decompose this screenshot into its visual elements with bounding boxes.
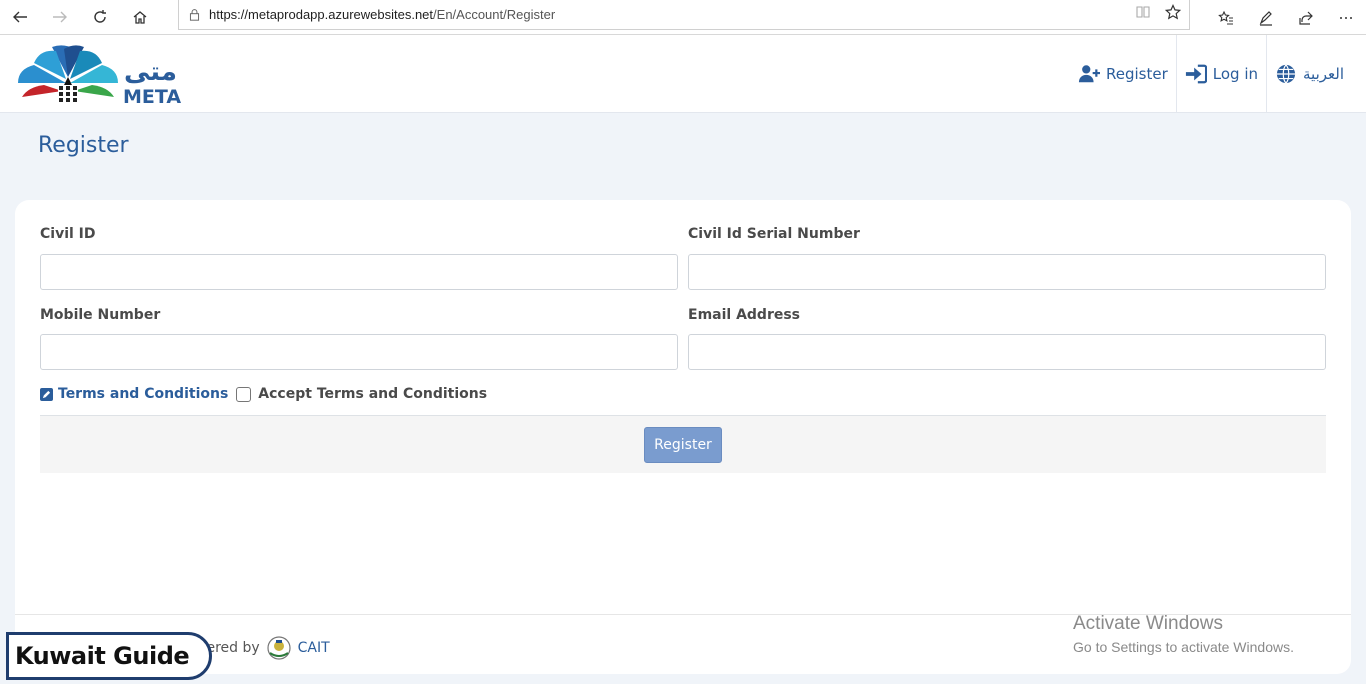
page-title: Register	[38, 133, 129, 158]
kuwait-guide-text: Kuwait Guide	[15, 642, 190, 670]
logo-text: META	[123, 86, 181, 107]
arrow-right-icon	[53, 11, 67, 23]
notes-button[interactable]	[1246, 0, 1286, 35]
user-plus-icon	[1078, 65, 1100, 83]
favorite-star-icon[interactable]	[1165, 4, 1181, 20]
nav-language-label: العربية	[1303, 65, 1344, 83]
register-card: Civil ID Civil Id Serial Number Mobile N…	[15, 200, 1351, 674]
sign-in-icon	[1185, 64, 1207, 84]
favorites-button[interactable]	[1206, 0, 1246, 35]
nav-login-link[interactable]: Log in	[1175, 35, 1266, 113]
forward-button[interactable]	[40, 0, 80, 35]
powered-by: wered by CAIT	[195, 635, 330, 661]
nav-register-label: Register	[1106, 65, 1168, 83]
share-icon	[1299, 11, 1313, 25]
accept-terms-checkbox[interactable]	[236, 386, 252, 402]
serial-number-input[interactable]	[688, 254, 1326, 290]
url-text: https://metaprodapp.azurewebsites.net/En…	[209, 7, 555, 22]
activate-windows-subtitle: Go to Settings to activate Windows.	[1073, 639, 1294, 655]
url-path: /En/Account/Register	[433, 7, 556, 22]
terms-link[interactable]: Terms and Conditions	[58, 386, 228, 402]
accept-terms-label[interactable]: Accept Terms and Conditions	[258, 386, 487, 402]
civil-id-label: Civil ID	[40, 226, 96, 242]
refresh-icon	[94, 10, 106, 23]
home-button[interactable]	[120, 0, 160, 35]
pen-icon	[1259, 10, 1272, 26]
globe-icon	[1276, 64, 1296, 84]
email-address-label: Email Address	[688, 307, 801, 323]
cait-emblem-icon	[267, 636, 291, 660]
edit-icon	[40, 387, 53, 401]
url-host: https://metaprodapp.azurewebsites.net	[209, 7, 434, 22]
meta-logo[interactable]: متى META	[16, 45, 192, 107]
browser-toolbar: https://metaprodapp.azurewebsites.net/En…	[0, 0, 1366, 35]
cait-link[interactable]: CAIT	[298, 640, 330, 656]
mobile-number-label: Mobile Number	[40, 307, 161, 323]
serial-number-label: Civil Id Serial Number	[688, 226, 860, 242]
favorites-list-icon	[1218, 10, 1233, 25]
register-button[interactable]: Register	[644, 427, 722, 463]
reading-view-icon[interactable]	[1135, 4, 1151, 20]
ellipsis-icon	[1340, 16, 1352, 19]
refresh-button[interactable]	[80, 0, 120, 35]
activate-windows-watermark: Activate Windows Go to Settings to activ…	[1073, 613, 1294, 655]
back-button[interactable]	[0, 0, 40, 35]
lock-icon	[179, 8, 209, 21]
mobile-number-input[interactable]	[40, 334, 678, 370]
address-bar[interactable]: https://metaprodapp.azurewebsites.net/En…	[178, 0, 1190, 30]
email-address-input[interactable]	[688, 334, 1326, 370]
header-nav: Register Log in العربية	[1070, 35, 1366, 113]
share-button[interactable]	[1286, 0, 1326, 35]
nav-register-link[interactable]: Register	[1070, 35, 1176, 113]
more-button[interactable]	[1326, 0, 1366, 35]
home-icon	[133, 11, 147, 24]
activate-windows-title: Activate Windows	[1073, 613, 1223, 634]
form-actions: Register	[40, 415, 1326, 473]
terms-row: Terms and Conditions Accept Terms and Co…	[40, 386, 487, 402]
logo-arabic-text: متى	[124, 57, 177, 87]
kuwait-guide-badge: Kuwait Guide	[6, 632, 212, 680]
arrow-left-icon	[13, 11, 27, 23]
title-band: Register	[0, 113, 1366, 185]
nav-language-link[interactable]: العربية	[1266, 35, 1366, 113]
nav-login-label: Log in	[1212, 65, 1258, 83]
civil-id-input[interactable]	[40, 254, 678, 290]
site-header: متى META Register Log in العربية	[0, 35, 1366, 113]
